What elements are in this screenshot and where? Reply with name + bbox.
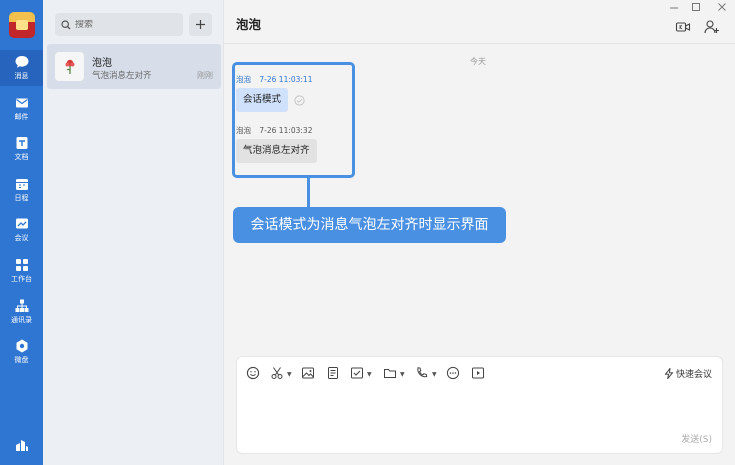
nav-item-label: 文档 xyxy=(14,153,29,161)
image-icon[interactable] xyxy=(301,366,315,380)
message-time: 7-26 11:03:32 xyxy=(259,126,313,135)
minimize-icon[interactable] xyxy=(670,4,678,12)
send-button[interactable]: 发送(S) xyxy=(681,432,712,445)
nav-item-workbench[interactable]: 工作台 xyxy=(0,253,43,289)
conversation-preview: 气泡消息左对齐 xyxy=(92,71,152,81)
conversation-list-panel: 泡泡 气泡消息左对齐 刚刚 xyxy=(43,0,224,465)
chat-title: 泡泡 xyxy=(236,17,262,32)
folder-icon[interactable] xyxy=(383,366,397,380)
lightning-icon xyxy=(664,368,674,379)
nav-item-label: 邮件 xyxy=(14,113,29,121)
user-avatar[interactable] xyxy=(9,12,35,38)
chevron-down-icon[interactable]: ▼ xyxy=(287,371,292,378)
quick-meeting-button[interactable]: 快速会议 xyxy=(664,367,712,380)
message-time: 7-26 11:03:11 xyxy=(259,75,313,84)
message-sender: 泡泡 xyxy=(236,126,251,135)
nav-item-label: 消息 xyxy=(14,72,29,80)
nav-item-label: 日程 xyxy=(14,194,29,202)
nav-item-label: 工作台 xyxy=(11,275,32,283)
close-icon[interactable] xyxy=(718,3,726,11)
nav-item-mail[interactable]: 邮件 xyxy=(0,91,43,127)
chat-bubble-icon xyxy=(15,56,28,68)
workbench-icon xyxy=(15,259,28,271)
nav-item-meeting[interactable]: 会议 xyxy=(0,212,43,248)
file-icon[interactable] xyxy=(326,366,340,380)
message-bubble[interactable]: 会话模式 xyxy=(236,88,289,112)
chevron-down-icon[interactable]: ▼ xyxy=(400,371,405,378)
chevron-down-icon[interactable]: ▼ xyxy=(367,371,372,378)
screenshot-icon[interactable] xyxy=(270,366,284,380)
annotation-callout: 会话模式为消息气泡左对齐时显示界面 xyxy=(233,207,506,243)
nav-item-drive[interactable]: 微盘 xyxy=(0,334,43,370)
message-meta: 泡泡 7-26 11:03:11 xyxy=(236,74,318,85)
phone-icon[interactable] xyxy=(415,366,429,380)
search-box[interactable] xyxy=(55,13,183,36)
more-icon[interactable] xyxy=(446,366,460,380)
video-call-icon[interactable] xyxy=(675,19,691,35)
conversation-name: 泡泡 xyxy=(92,58,112,69)
nav-item-label: 会议 xyxy=(14,234,29,242)
nav-item-messages[interactable]: 消息 xyxy=(0,50,43,86)
meeting-icon xyxy=(15,218,28,229)
document-icon xyxy=(16,137,27,149)
conversation-time: 刚刚 xyxy=(197,71,213,80)
nav-item-label: 通讯录 xyxy=(11,316,32,324)
conversation-item[interactable]: 泡泡 气泡消息左对齐 刚刚 xyxy=(47,44,221,89)
maximize-icon[interactable] xyxy=(692,3,700,11)
chevron-down-icon[interactable]: ▼ xyxy=(432,371,437,378)
contacts-icon xyxy=(15,299,28,312)
building-icon[interactable] xyxy=(14,437,30,453)
share-screen-icon[interactable] xyxy=(471,366,485,380)
message-meta: 泡泡 7-26 11:03:32 xyxy=(236,125,318,136)
chat-window: 泡泡 今天 泡泡 7-26 11:03:11 会话模式 泡泡 7-26 11:0… xyxy=(224,0,735,465)
flower-icon xyxy=(65,59,74,74)
add-member-icon[interactable] xyxy=(704,19,720,35)
message-sender: 泡泡 xyxy=(236,75,251,84)
date-divider: 今天 xyxy=(470,57,486,66)
message-bubble[interactable]: 气泡消息左对齐 xyxy=(236,139,317,163)
cloud-drive-icon xyxy=(16,339,27,353)
search-icon xyxy=(61,19,71,29)
calendar-icon xyxy=(15,179,28,190)
task-icon[interactable] xyxy=(350,366,364,380)
mail-icon xyxy=(15,98,28,108)
callout-connector xyxy=(307,177,310,207)
nav-item-contacts[interactable]: 通讯录 xyxy=(0,294,43,330)
conversation-avatar xyxy=(55,52,84,81)
read-check-icon xyxy=(294,95,305,106)
message-composer[interactable]: ▼ ▼ ▼ ▼ 快速会议 发送(S) xyxy=(236,356,723,454)
nav-item-calendar[interactable]: 日程 xyxy=(0,172,43,208)
nav-item-docs[interactable]: 文档 xyxy=(0,131,43,167)
emoji-icon[interactable] xyxy=(246,366,260,380)
nav-item-label: 微盘 xyxy=(14,356,29,364)
plus-icon xyxy=(196,20,205,29)
add-button[interactable] xyxy=(189,13,212,36)
quick-meeting-label: 快速会议 xyxy=(675,370,712,380)
search-input[interactable] xyxy=(75,19,175,30)
left-nav: 消息 邮件 文档 日程 会议 工作台 通讯录 微盘 xyxy=(0,0,43,465)
chat-header: 泡泡 xyxy=(224,0,735,44)
